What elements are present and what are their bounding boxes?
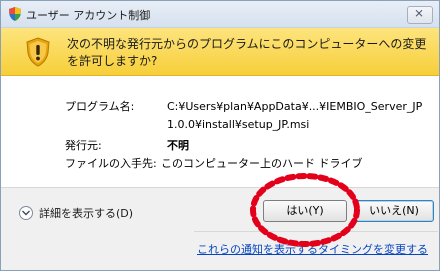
publisher-value: 不明: [167, 139, 189, 152]
yes-button[interactable]: はい(Y): [263, 200, 347, 222]
close-icon: ⨯: [414, 6, 425, 20]
warning-header: 次の不明な発行元からのプログラムにこのコンピューターへの変更を許可しますか?: [1, 28, 439, 76]
no-button[interactable]: いいえ(N): [354, 200, 434, 222]
window-title: ユーザー アカウント制御: [26, 9, 151, 22]
file-origin-value: このコンピューター上のハード ドライブ: [161, 157, 363, 170]
publisher-label: 発行元:: [65, 139, 102, 152]
link-divider: [194, 231, 438, 232]
close-button[interactable]: ⨯: [407, 6, 433, 24]
uac-warning-shield-icon: [26, 37, 50, 67]
title-bar: ユーザー アカウント制御 ⨯: [1, 1, 439, 28]
show-details-toggle[interactable]: 詳細を表示する(D): [19, 204, 133, 222]
program-name-label: プログラム名:: [65, 100, 135, 113]
chevron-down-icon: [22, 210, 30, 216]
chevron-down-circle: [19, 206, 33, 220]
change-notification-link[interactable]: これらの通知を表示するタイミングを変更する: [197, 241, 428, 257]
show-details-label: 詳細を表示する(D): [39, 207, 134, 220]
program-name-value-line1: C:¥Users¥plan¥AppData¥...¥IEMBIO_Server_…: [167, 100, 423, 113]
file-origin-label: ファイルの入手先:: [65, 157, 157, 170]
program-name-value-line2: 1.0.0¥install¥setup_JP.msi: [167, 118, 310, 131]
uac-dialog: ユーザー アカウント制御 ⨯ 次の不明な発行元からのプログラムにこのコンピュータ…: [0, 0, 440, 271]
shield-icon: [9, 7, 21, 21]
uac-question: 次の不明な発行元からのプログラムにこのコンピューターへの変更を許可しますか?: [67, 37, 427, 68]
program-details: プログラム名: C:¥Users¥plan¥AppData¥...¥IEMBIO…: [1, 76, 439, 187]
